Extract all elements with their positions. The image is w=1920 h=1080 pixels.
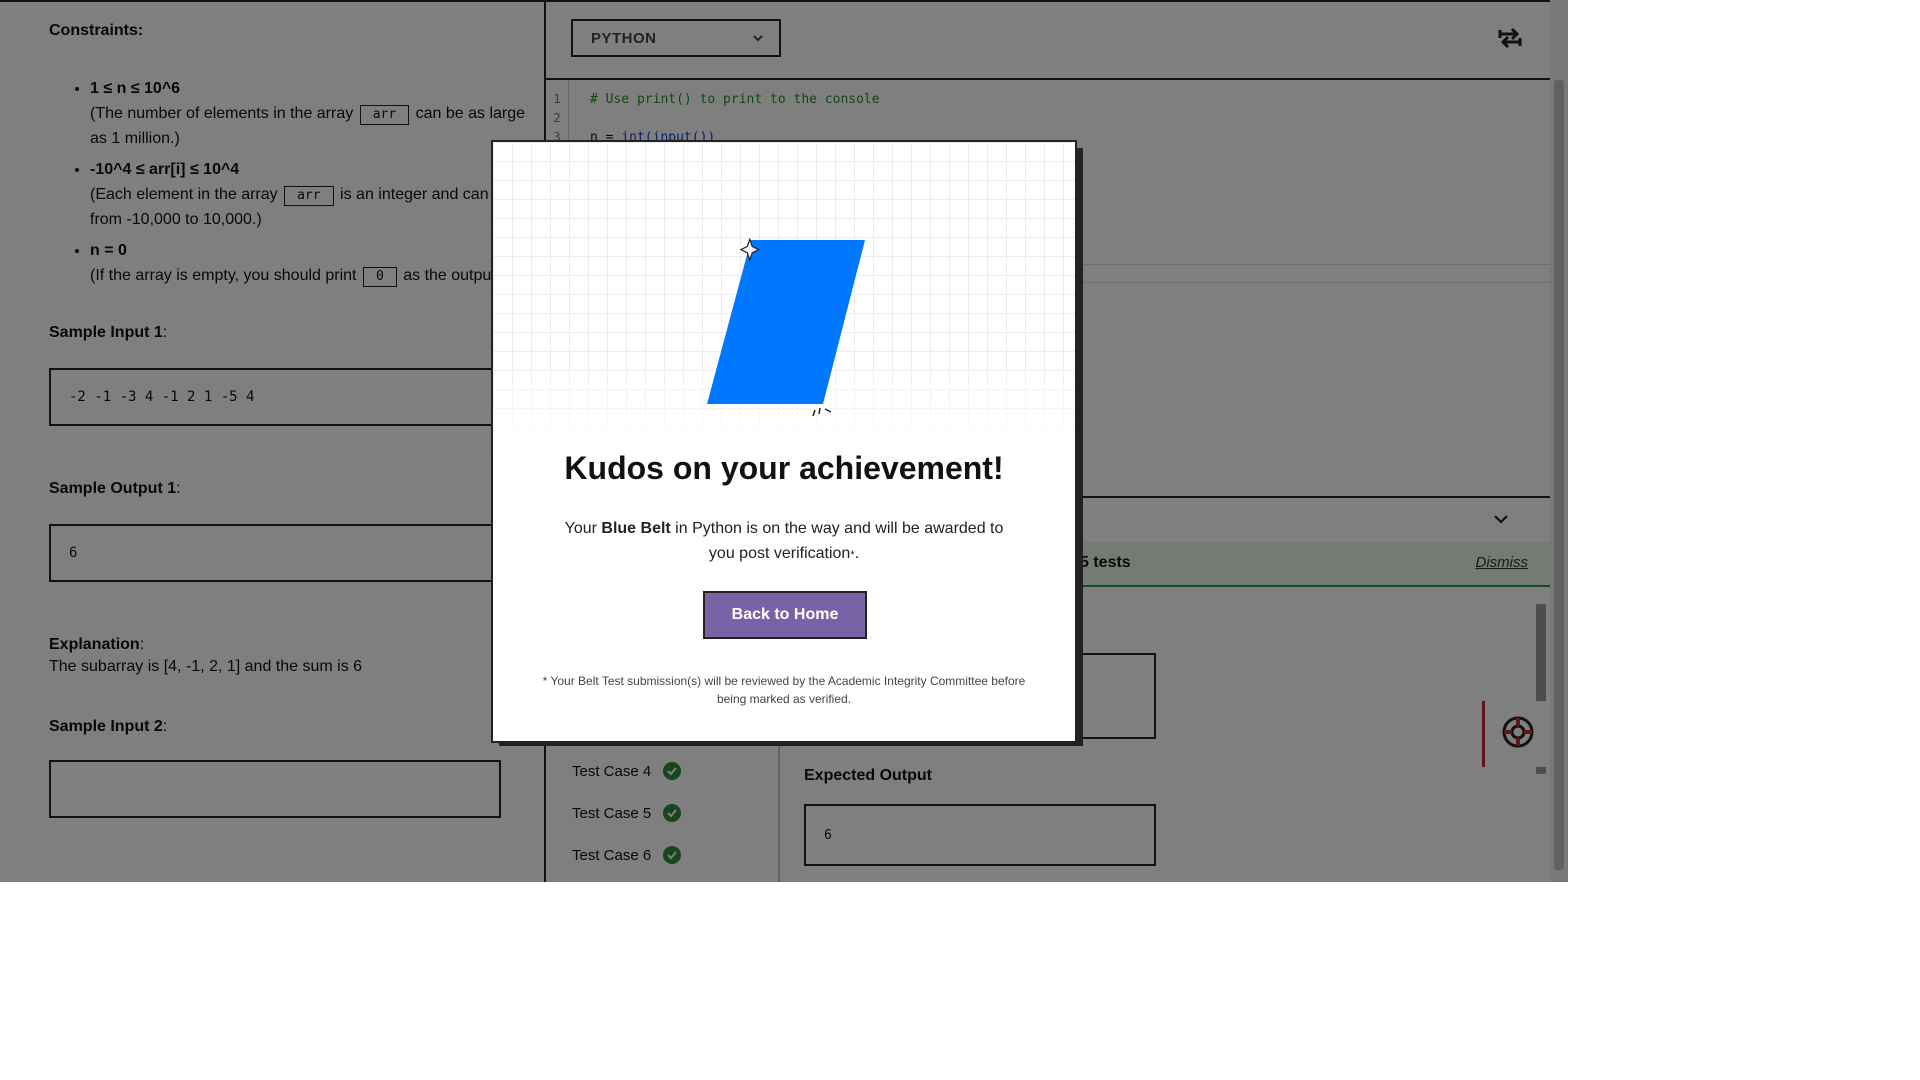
blue-belt-badge	[707, 238, 865, 417]
modal-title: Kudos on your achievement!	[564, 450, 1004, 486]
modal-message: Your Blue Belt in Python is on the way a…	[564, 520, 1004, 562]
verification-footnote: * Your Belt Test submission(s) will be r…	[542, 674, 1026, 706]
belt-shape	[707, 240, 865, 404]
belt-name: Blue Belt	[601, 520, 671, 537]
sparkle-lines	[812, 407, 832, 417]
achievement-modal: Kudos on your achievement! Your Blue Bel…	[491, 140, 1077, 743]
back-to-home-button[interactable]: Back to Home	[703, 591, 867, 639]
